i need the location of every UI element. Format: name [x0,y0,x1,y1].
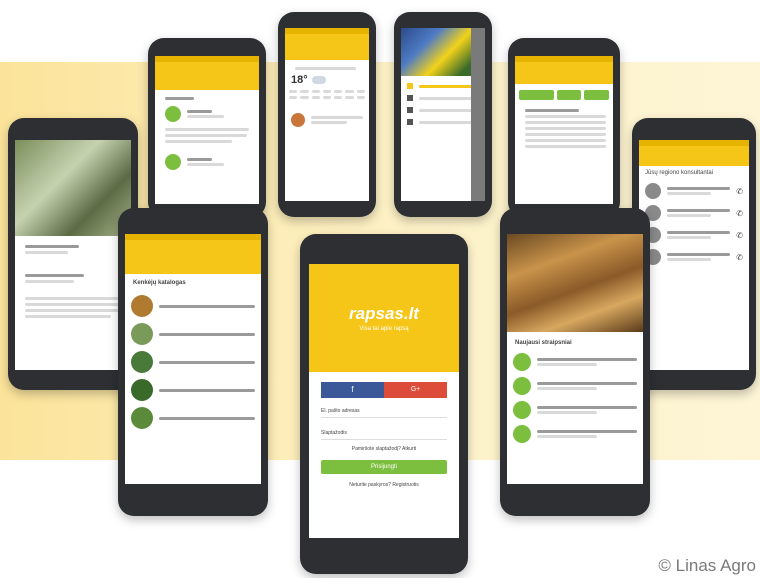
copyright-credit: © Linas Agro [658,556,756,575]
register-link[interactable]: Neturite paskyros? Registruotis [321,482,447,488]
app-tagline: Visa tai apie rapsą [359,326,409,332]
phone-weather: 18° [278,12,376,217]
phone-icon[interactable]: ✆ [736,253,743,262]
google-login-button[interactable]: G+ [384,382,447,398]
phone-icon[interactable]: ✆ [736,231,743,240]
phone-news-list [148,38,266,218]
email-field[interactable]: El. pašto adresas [321,408,447,418]
wheat-photo [507,234,643,332]
cloud-icon [311,76,326,84]
article-icon [513,425,531,443]
article-icon [513,401,531,419]
phone-table [508,38,620,218]
temperature-value: 18° [291,74,308,86]
phone-category-list: Kenkėjų katalogas [118,208,268,516]
phone-icon[interactable]: ✆ [736,187,743,196]
article-icon [513,353,531,371]
phone-drawer-menu [394,12,492,217]
phone-wheat-articles: Naujausi straipsniai [500,208,650,516]
forgot-password-link[interactable]: Pamiršote slaptažodį? Atkurti [321,446,447,452]
app-logo: rapsas.lt [349,304,419,323]
categories-title: Kenkėjų katalogas [133,280,186,286]
phone-login: rapsas.lt Visa tai apie rapsą f G+ El. p… [300,234,468,574]
wheat-list-title: Naujausi straipsniai [515,340,572,346]
contacts-title: Jūsų regiono konsultantai [645,170,714,176]
phone-icon[interactable]: ✆ [736,209,743,218]
field-photo [15,140,131,236]
article-icon [513,377,531,395]
password-field[interactable]: Slaptažodis [321,430,447,440]
phone-contacts: Jūsų regiono konsultantai ✆ ✆ ✆ ✆ [632,118,756,390]
facebook-login-button[interactable]: f [321,382,384,398]
login-button[interactable]: Prisijungti [321,460,447,474]
